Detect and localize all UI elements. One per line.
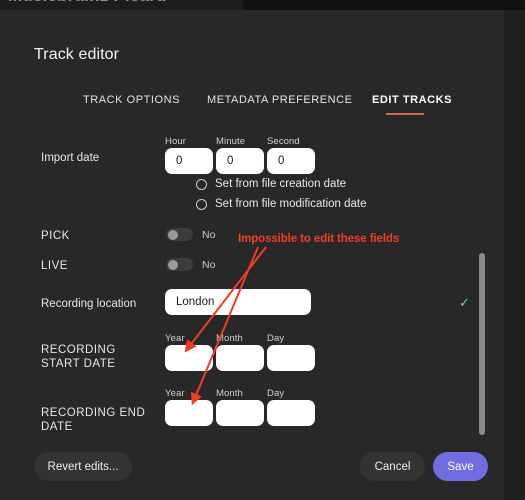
live-toggle-value: No <box>202 258 216 271</box>
tab-track-options[interactable]: TRACK OPTIONS <box>83 94 180 106</box>
pick-toggle[interactable]: No <box>166 228 215 241</box>
pick-toggle-track <box>166 228 193 241</box>
import-date-label: Import date <box>41 152 100 164</box>
track-editor-window: Musicbrainz Picard Track editor TRACK OP… <box>0 0 525 500</box>
valid-check-icon: ✓ <box>459 295 470 310</box>
revert-edits-button[interactable]: Revert edits... <box>34 452 132 481</box>
page-title: Track editor <box>34 46 120 63</box>
pick-toggle-value: No <box>202 228 216 241</box>
recording-end-date-label: RECORDING END DATE <box>41 407 146 433</box>
save-button[interactable]: Save <box>433 452 488 481</box>
radio-circle-icon <box>196 178 207 190</box>
live-toggle[interactable]: No <box>166 258 215 271</box>
start-day-input[interactable] <box>267 345 315 371</box>
radio-set-from-file-modification-date[interactable]: Set from file modification date <box>196 198 367 210</box>
import-second-input[interactable] <box>267 148 315 174</box>
end-month-caption: Month <box>216 388 243 399</box>
live-toggle-track <box>166 258 193 271</box>
end-year-input[interactable] <box>165 400 213 426</box>
tab-edit-tracks[interactable]: EDIT TRACKS <box>372 94 452 106</box>
content-scrollbar[interactable] <box>479 250 487 440</box>
end-day-caption: Day <box>267 388 285 399</box>
tab-metadata-preference[interactable]: METADATA PREFERENCE <box>207 94 353 106</box>
end-month-input[interactable] <box>216 400 264 426</box>
start-day-caption: Day <box>267 333 285 344</box>
pick-toggle-knob <box>167 229 178 240</box>
background-app-title: Musicbrainz Picard <box>8 0 167 6</box>
recording-location-input[interactable] <box>165 289 311 315</box>
recording-location-label: Recording location <box>41 298 137 310</box>
active-tab-indicator <box>386 113 424 115</box>
recording-start-date-label: RECORDING START DATE <box>41 344 116 370</box>
start-month-caption: Month <box>216 333 243 344</box>
radio-creation-label: Set from file creation date <box>215 178 347 190</box>
background-app-strip: Musicbrainz Picard <box>0 0 525 10</box>
live-toggle-knob <box>167 259 178 270</box>
pick-label: PICK <box>41 230 70 242</box>
import-minute-caption: Minute <box>216 136 246 147</box>
radio-modification-label: Set from file modification date <box>215 198 367 210</box>
import-hour-input[interactable] <box>165 148 213 174</box>
scrollbar-thumb[interactable] <box>479 253 485 435</box>
annotation-label: Impossible to edit these fields <box>238 233 400 245</box>
end-year-caption: Year <box>165 388 185 399</box>
background-app-panel <box>243 0 525 10</box>
cancel-button[interactable]: Cancel <box>360 452 425 481</box>
start-month-input[interactable] <box>216 345 264 371</box>
import-minute-input[interactable] <box>216 148 264 174</box>
live-label: LIVE <box>41 260 68 272</box>
start-year-caption: Year <box>165 333 185 344</box>
start-year-input[interactable] <box>165 345 213 371</box>
tab-bar: TRACK OPTIONS METADATA PREFERENCE EDIT T… <box>0 94 504 120</box>
dialog-right-rail <box>504 10 525 500</box>
radio-circle-icon <box>196 198 207 210</box>
track-editor-dialog: Track editor TRACK OPTIONS METADATA PREF… <box>0 10 504 500</box>
import-second-caption: Second <box>267 136 300 147</box>
import-hour-caption: Hour <box>165 136 186 147</box>
radio-set-from-file-creation-date[interactable]: Set from file creation date <box>196 178 346 190</box>
end-day-input[interactable] <box>267 400 315 426</box>
